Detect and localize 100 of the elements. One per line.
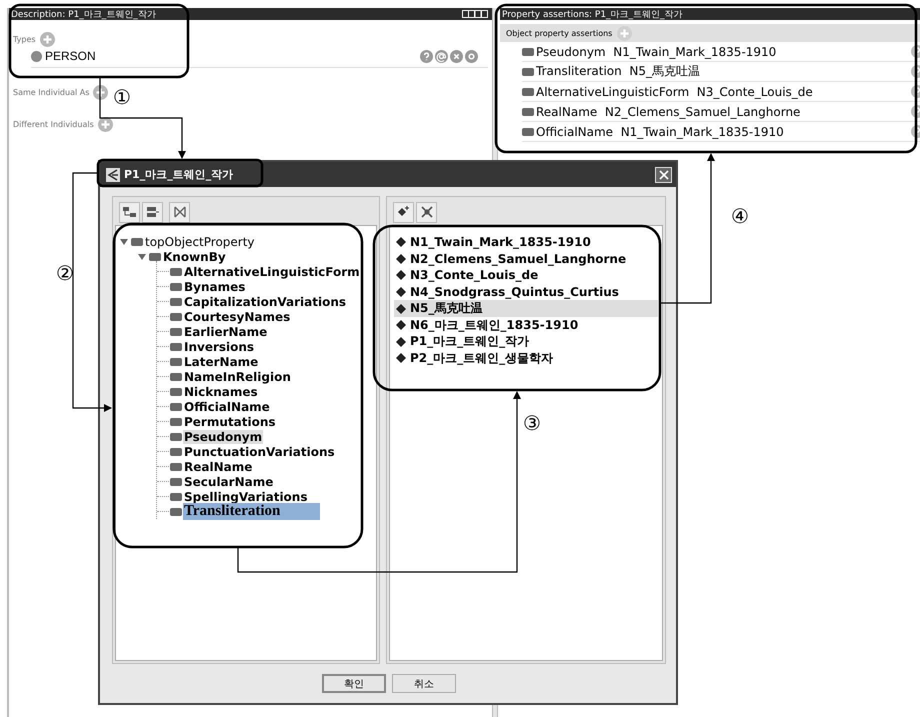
close-icon [658,170,668,180]
window-controls-icon[interactable] [462,10,488,18]
diamond-icon [396,254,406,264]
add-icon[interactable] [98,116,113,132]
property-icon [131,238,143,246]
tree-item[interactable]: RealName [183,460,254,474]
tree-item[interactable]: CourtesyNames [183,310,292,324]
section-label: Object property assertions [506,28,612,38]
property-icon [522,108,534,116]
property-icon [170,448,182,456]
individual-item[interactable]: P1_마크_트웨인_작가 [394,334,658,350]
diamond-icon [396,270,406,280]
tree-item[interactable]: Pseudonym [183,430,264,444]
property-icon [170,508,182,516]
property-icon [170,342,182,350]
tree-item[interactable]: LaterName [183,354,260,368]
tree-item[interactable]: OfficialName [183,400,271,414]
tree-item[interactable]: Permutations [183,414,277,428]
property-icon [170,328,182,336]
type-name: PERSON [45,49,96,63]
diamond-icon [396,287,406,298]
property-icon [170,358,182,366]
property-icon [522,128,534,136]
hierarchy-icon [122,206,136,218]
panel-title: Property assertions: P1_마크_트웨인_작가 [500,8,920,20]
diamond-plus-icon [397,206,410,218]
property-assertion[interactable]: Pseudonym N1_Twain_Mark_1835-1910 [536,44,776,58]
diamond-icon [396,336,406,347]
panel-title: Description: P1_마크_트웨인_작가 [9,8,492,20]
individual-item[interactable]: N2_Clemens_Samuel_Langhorne [394,250,658,268]
tree-item[interactable]: Bynames [183,280,246,294]
property-icon [170,388,182,396]
property-assertion[interactable]: RealName N2_Clemens_Samuel_Langhorne [536,104,800,118]
tree-item[interactable]: topObjectProperty [144,234,256,248]
diamond-icon [396,320,406,330]
tree-item[interactable]: SecularName [183,474,274,488]
individual-item[interactable]: P2_마크_트웨인_생물학자 [394,350,658,367]
diamond-icon [396,353,406,364]
callout-number: ① [113,86,131,108]
property-icon [170,282,182,290]
property-icon [170,402,182,410]
property-assertion[interactable]: Transliteration N5_馬克吐温 [536,63,700,80]
sibling-icon [146,206,160,218]
diamond-icon [396,304,406,314]
property-icon [522,48,534,56]
property-assertion[interactable]: AlternativeLinguisticForm N3_Conte_Louis_de [536,84,813,98]
add-subproperty-button[interactable] [119,202,140,222]
tree-item[interactable]: CapitalizationVariations [183,294,348,308]
cross-icon [420,206,432,218]
tree-item[interactable]: Inversions [183,340,256,354]
cross-icon [174,206,186,218]
property-icon [170,312,182,320]
callout-number: ④ [731,205,749,227]
class-icon [31,50,42,62]
callout-number: ③ [523,412,541,434]
tree-item[interactable]: KnownBy [162,250,227,264]
property-icon [170,478,182,486]
property-assertion[interactable]: OfficialName N1_Twain_Mark_1835-1910 [536,124,784,138]
individual-item[interactable]: N3_Conte_Louis_de [394,267,658,284]
tree-item[interactable]: Nicknames [183,384,259,398]
individual-item[interactable]: N6_마크_트웨인_1835-1910 [394,316,658,334]
tree-item[interactable]: Transliteration [183,503,320,520]
property-icon [149,252,161,260]
property-icon [170,268,182,276]
individual-item[interactable]: N4_Snodgrass_Quintus_Curtius [394,284,658,300]
property-icon [170,418,182,426]
property-icon [170,372,182,380]
dialog-button[interactable]: 취소 [392,674,456,693]
property-icon [522,88,534,96]
annotate-icon[interactable] [435,50,448,62]
section-label: Types [13,34,36,44]
property-icon [170,462,182,470]
expand-icon[interactable] [120,238,129,246]
property-icon [522,68,534,76]
section-label: Same Individual As [13,88,90,96]
expand-icon[interactable] [138,252,147,260]
individual-item[interactable]: N5_馬克吐温 [394,300,658,317]
callout-number: ② [56,262,74,284]
tree-item[interactable]: PunctuationVariations [183,444,336,458]
close-button[interactable] [655,166,672,182]
edit-icon[interactable] [465,50,478,62]
add-icon[interactable] [93,84,108,100]
dialog-title: P1_마크_트웨인_작가 [124,167,234,182]
tree-item[interactable]: SpellingVariations [183,490,308,504]
add-individual-button[interactable] [393,202,414,222]
property-icon [170,432,182,440]
tree-item[interactable]: NameInReligion [183,370,292,384]
app-icon [106,168,120,182]
tree-item[interactable]: EarlierName [183,324,268,338]
property-icon [170,298,182,306]
diamond-icon [396,237,406,248]
tree-item[interactable]: AlternativeLinguisticForm [183,264,361,278]
delete-individual-button[interactable] [416,202,437,222]
section-label: Different Individuals [13,120,94,128]
delete-button[interactable] [169,202,190,222]
individual-item[interactable]: N1_Twain_Mark_1835-1910 [394,234,658,251]
add-sibling-button[interactable] [142,202,163,222]
property-icon [170,492,182,500]
dialog-button[interactable]: 확인 [322,674,386,693]
delete-icon[interactable] [450,50,463,62]
